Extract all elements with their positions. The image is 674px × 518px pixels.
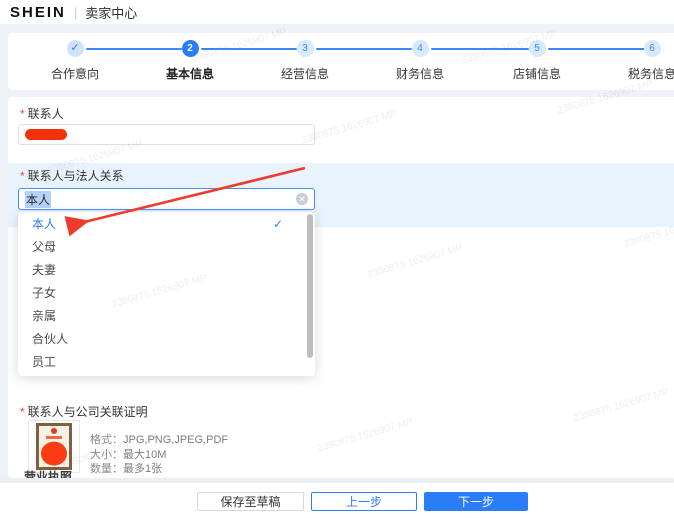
form-card: *联系人 *联系人与法人关系 本人 ✕ 本人 ✓ 父母 夫妻 子女 亲属 合伙人… — [8, 97, 674, 478]
step-basic-info[interactable]: 2 基本信息 — [135, 40, 245, 82]
selected-value-text: 本人 — [25, 191, 51, 208]
redaction-overlay — [25, 129, 67, 140]
dropdown-option-spouse[interactable]: 夫妻 — [18, 258, 315, 281]
portal-title: 卖家中心 — [85, 3, 137, 22]
required-asterisk: * — [20, 405, 25, 419]
step-check-icon: ✓ — [67, 40, 84, 57]
step-number: 4 — [412, 40, 429, 57]
dropdown-scrollbar[interactable] — [307, 214, 313, 358]
dropdown-option-self[interactable]: 本人 ✓ — [18, 212, 315, 235]
previous-step-button[interactable]: 上一步 — [311, 492, 417, 511]
step-label: 财务信息 — [365, 65, 475, 82]
dropdown-option-employee[interactable]: 员工 — [18, 350, 315, 373]
relation-field-label: *联系人与法人关系 — [20, 167, 124, 184]
upload-rule-count: 数量：最多1张 — [90, 460, 162, 476]
contact-field-label: *联系人 — [20, 105, 64, 122]
step-finance-info[interactable]: 4 财务信息 — [365, 40, 475, 82]
step-number: 2 — [182, 40, 199, 57]
save-draft-button[interactable]: 保存至草稿 — [197, 492, 304, 511]
step-label: 合作意向 — [20, 65, 130, 82]
step-number: 3 — [297, 40, 314, 57]
step-cooperation-intent[interactable]: ✓ 合作意向 — [20, 40, 130, 82]
file-caption-clipped: 营业执照 — [24, 468, 72, 478]
shein-logo: SHEIN — [10, 4, 66, 21]
step-store-info[interactable]: 5 店铺信息 — [482, 40, 592, 82]
proof-field-label: *联系人与公司关联证明 — [20, 403, 148, 420]
top-header: SHEIN | 卖家中心 — [0, 0, 674, 24]
certificate-emblem — [51, 428, 57, 434]
relation-select-input[interactable]: 本人 ✕ — [18, 188, 315, 210]
step-number: 6 — [644, 40, 661, 57]
certificate-title-bar — [46, 436, 62, 439]
step-label: 经营信息 — [250, 65, 360, 82]
logo-divider: | — [74, 5, 77, 20]
required-asterisk: * — [20, 169, 25, 183]
relation-dropdown: 本人 ✓ 父母 夫妻 子女 亲属 合伙人 员工 …… — [18, 212, 315, 376]
required-asterisk: * — [20, 107, 25, 121]
step-business-info[interactable]: 3 经营信息 — [250, 40, 360, 82]
step-tax-info[interactable]: 6 税务信息 — [597, 40, 674, 82]
certificate-image — [36, 423, 72, 470]
dropdown-option-partial[interactable]: …… — [18, 373, 315, 376]
red-seal-redaction — [41, 442, 67, 466]
dropdown-option-parents[interactable]: 父母 — [18, 235, 315, 258]
dropdown-option-children[interactable]: 子女 — [18, 281, 315, 304]
stepper-card: ✓ 合作意向 2 基本信息 3 经营信息 4 财务信息 5 店铺信息 6 税务信… — [8, 33, 674, 90]
contact-input[interactable] — [18, 124, 315, 145]
footer-bar: 保存至草稿 上一步 下一步 — [0, 482, 674, 518]
step-number: 5 — [529, 40, 546, 57]
clear-icon[interactable]: ✕ — [296, 193, 308, 205]
step-label: 基本信息 — [135, 65, 245, 82]
step-label: 税务信息 — [597, 65, 674, 82]
dropdown-option-relatives[interactable]: 亲属 — [18, 304, 315, 327]
next-step-button[interactable]: 下一步 — [424, 492, 528, 511]
upload-rule-format: 格式：JPG,PNG,JPEG,PDF — [90, 431, 228, 447]
uploaded-file-thumbnail[interactable] — [28, 420, 80, 473]
dropdown-option-partner[interactable]: 合伙人 — [18, 327, 315, 350]
step-label: 店铺信息 — [482, 65, 592, 82]
check-icon: ✓ — [273, 217, 283, 231]
